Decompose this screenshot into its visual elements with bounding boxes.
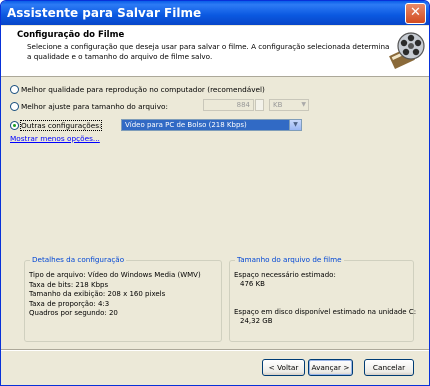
save-movie-wizard-window: Assistente para Salvar Filme ✕ Configura… xyxy=(0,0,430,386)
detail-line: Tipo de arquivo: Vídeo do Windows Media … xyxy=(29,271,201,279)
page-description: Selecione a configuração que deseja usar… xyxy=(27,42,397,62)
option-best-quality-label: Melhor qualidade para reprodução no comp… xyxy=(21,84,265,94)
window-title: Assistente para Salvar Filme xyxy=(7,6,202,20)
show-less-options-link[interactable]: Mostrar menos opções... xyxy=(10,134,100,143)
other-settings-select[interactable]: Vídeo para PC de Bolso (218 Kbps) ▼ xyxy=(121,119,302,131)
title-bar: Assistente para Salvar Filme ✕ xyxy=(1,1,429,25)
wizard-header: Configuração do Filme Selecione a config… xyxy=(1,26,429,77)
radio-best-fit-size[interactable] xyxy=(10,101,19,111)
option-other-settings[interactable]: Outras configurações: xyxy=(10,119,103,131)
file-size-unit-value: KB xyxy=(273,101,283,109)
radio-best-quality[interactable] xyxy=(10,84,19,94)
next-button[interactable]: Avançar > xyxy=(308,359,353,376)
cancel-button[interactable]: Cancelar xyxy=(364,359,414,376)
detail-line: Taxa de proporção: 4:3 xyxy=(29,299,110,308)
movie-file-size-title: Tamanho do arquivo de filme xyxy=(235,255,344,264)
radio-other-settings[interactable] xyxy=(10,120,19,130)
file-size-spinner[interactable] xyxy=(255,99,264,111)
configuration-details-title: Detalhes da configuração xyxy=(30,255,127,264)
detail-line: Quadros por segundo: 20 xyxy=(29,309,118,317)
option-other-settings-label: Outras configurações: xyxy=(19,119,103,131)
page-title: Configuração do Filme xyxy=(17,30,125,40)
movie-file-size-group: Tamanho do arquivo de filme Espaço neces… xyxy=(229,255,416,342)
chevron-down-icon: ▼ xyxy=(301,101,306,108)
option-best-fit-size-label: Melhor ajuste para tamanho do arquivo: xyxy=(21,101,168,111)
back-button[interactable]: < Voltar xyxy=(262,359,305,376)
configuration-details-list: Tipo de arquivo: Vídeo do Windows Media … xyxy=(29,271,201,319)
detail-line: Tamanho da exibição: 208 x 160 pixels xyxy=(29,290,166,298)
page-description-line-2: a qualidade e o tamanho do arquivo de fi… xyxy=(27,52,213,61)
detail-line: Taxa de bits: 218 Kbps xyxy=(29,280,109,289)
film-reel-icon xyxy=(389,32,425,69)
close-button[interactable]: ✕ xyxy=(405,3,426,24)
option-best-fit-size[interactable]: Melhor ajuste para tamanho do arquivo: xyxy=(10,100,168,112)
page-description-line-1: Selecione a configuração que deseja usar… xyxy=(27,42,390,51)
configuration-details-group: Detalhes da configuração Tipo de arquivo… xyxy=(24,255,222,342)
chevron-down-icon[interactable]: ▼ xyxy=(289,120,301,130)
other-settings-selected: Vídeo para PC de Bolso (218 Kbps) xyxy=(125,121,247,129)
footer-divider xyxy=(1,349,429,351)
estimated-space-value: 476 KB xyxy=(240,280,265,288)
file-size-input[interactable]: 884 xyxy=(203,99,254,111)
file-size-unit-select[interactable]: KB ▼ xyxy=(269,99,309,111)
disk-space-value: 24,32 GB xyxy=(240,317,273,325)
option-best-quality[interactable]: Melhor qualidade para reprodução no comp… xyxy=(10,83,265,95)
